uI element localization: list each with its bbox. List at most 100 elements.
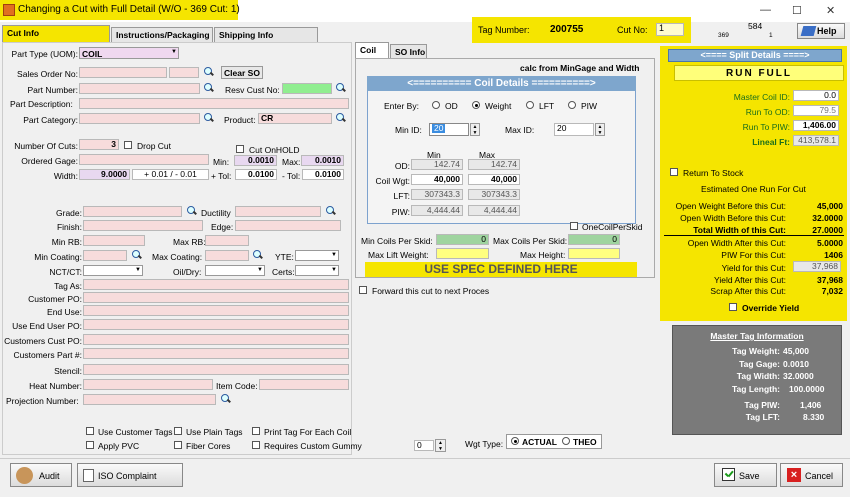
search-icon[interactable]	[202, 66, 215, 78]
search-icon[interactable]	[334, 82, 347, 94]
apply-pvc-checkbox[interactable]	[86, 441, 94, 449]
oil-dry-select[interactable]: ▼	[205, 265, 265, 276]
coil-wgt-min-field[interactable]: 40,000	[411, 174, 463, 185]
search-icon[interactable]	[202, 112, 215, 124]
num-b: 1	[769, 32, 773, 39]
stencil-field[interactable]	[83, 364, 349, 375]
tab-so-info[interactable]: SO Info	[390, 44, 427, 59]
help-button[interactable]: Help	[797, 23, 845, 39]
tab-coil[interactable]: Coil	[355, 42, 389, 59]
drop-cut-checkbox[interactable]	[124, 141, 132, 149]
maximize-button[interactable]: ☐	[792, 4, 802, 17]
search-icon[interactable]	[324, 205, 337, 217]
minimize-button[interactable]: —	[760, 4, 771, 16]
clear-so-button[interactable]: Clear SO	[221, 66, 263, 79]
forward-cut-checkbox[interactable]	[359, 286, 367, 294]
nct-select[interactable]: ▼	[83, 265, 143, 276]
certs-select[interactable]: ▼	[295, 265, 339, 276]
yte-select[interactable]: ▼	[295, 250, 339, 261]
sales-order-line-field[interactable]	[169, 67, 199, 78]
part-desc-field[interactable]	[79, 98, 349, 109]
min-id-spinner[interactable]: ▲ ▼	[470, 123, 480, 136]
min-id-field[interactable]: 20	[429, 123, 469, 136]
part-number-field[interactable]	[79, 83, 200, 94]
min-gage-field[interactable]: 0.0010	[234, 155, 277, 166]
max-coils-field[interactable]: 0	[568, 234, 620, 245]
print-tag-checkbox[interactable]	[252, 427, 260, 435]
end-use-field[interactable]	[83, 305, 349, 316]
master-row-value: 100.0000	[789, 384, 825, 394]
use-plain-tags-checkbox[interactable]	[174, 427, 182, 435]
search-icon[interactable]	[334, 112, 347, 124]
customer-po-field[interactable]	[83, 292, 349, 303]
custom-gummy-checkbox[interactable]	[252, 441, 260, 449]
return-to-stock-checkbox[interactable]	[670, 168, 678, 176]
search-icon[interactable]	[185, 205, 198, 217]
max-id-spinner[interactable]: ▲ ▼	[595, 123, 605, 136]
use-customer-tags-checkbox[interactable]	[86, 427, 94, 435]
edge-field[interactable]	[235, 220, 341, 231]
end-user-po-field[interactable]	[83, 319, 349, 330]
customers-cust-po-field[interactable]	[83, 334, 349, 345]
search-icon[interactable]	[130, 249, 143, 261]
width-field[interactable]: 9.0000	[79, 169, 130, 180]
cancel-button[interactable]: × Cancel	[780, 463, 843, 487]
od-radio[interactable]	[432, 101, 440, 109]
override-yield-checkbox[interactable]	[729, 303, 737, 311]
sales-order-field[interactable]	[79, 67, 167, 78]
max-rb-field[interactable]	[205, 235, 249, 246]
lft-radio[interactable]	[526, 101, 534, 109]
weight-radio[interactable]	[472, 101, 480, 109]
part-category-field[interactable]	[79, 113, 200, 124]
projection-field[interactable]	[83, 394, 216, 405]
coil-wgt-max-field[interactable]: 40,000	[468, 174, 520, 185]
max-coating-field[interactable]	[205, 250, 249, 261]
fiber-cores-checkbox[interactable]	[174, 441, 182, 449]
tab-shipping[interactable]: Shipping Info	[214, 27, 318, 42]
iso-complaint-button[interactable]: ISO Complaint	[77, 463, 183, 487]
plus-tol-field[interactable]: 0.0100	[235, 169, 277, 180]
customer-po-label: Customer PO:	[28, 294, 82, 304]
theo-radio[interactable]	[562, 437, 570, 445]
gummy-value[interactable]: 0	[414, 440, 434, 451]
gummy-spinner[interactable]: ▲ ▼	[435, 439, 446, 452]
max-gage-field[interactable]: 0.0010	[301, 155, 344, 166]
heat-number-field[interactable]	[83, 379, 213, 390]
ordered-gage-field[interactable]	[79, 154, 209, 165]
part-type-select[interactable]: COIL ▼	[79, 47, 179, 59]
max-height-field[interactable]	[568, 248, 620, 259]
customers-part-field[interactable]	[83, 348, 349, 359]
search-icon[interactable]	[202, 82, 215, 94]
cut-onhold-checkbox[interactable]	[236, 145, 244, 153]
save-button[interactable]: Save	[714, 463, 777, 487]
item-code-field[interactable]	[259, 379, 349, 390]
run-to-od-field[interactable]: 79.5	[793, 105, 839, 116]
tab-instructions[interactable]: Instructions/Packaging	[111, 27, 213, 42]
max-lift-field[interactable]	[436, 248, 489, 259]
run-to-piw-field[interactable]: 1,406.00	[793, 120, 839, 131]
finish-field[interactable]	[83, 220, 203, 231]
one-coil-per-skid-checkbox[interactable]	[570, 222, 578, 230]
num-cuts-field[interactable]: 3	[79, 139, 119, 150]
tag-as-field[interactable]	[83, 279, 349, 290]
minus-tol-field[interactable]: 0.0100	[302, 169, 344, 180]
min-coils-field[interactable]: 0	[436, 234, 489, 245]
product-field[interactable]: CR	[258, 113, 332, 124]
close-window-button[interactable]: ✕	[826, 4, 835, 17]
resv-cust-field[interactable]	[282, 83, 332, 94]
use-spec-banner[interactable]: USE SPEC DEFINED HERE	[365, 262, 637, 277]
cut-no-field[interactable]: 1	[656, 23, 684, 36]
max-id-field[interactable]: 20	[554, 123, 594, 136]
grade-field[interactable]	[83, 206, 182, 217]
min-rb-field[interactable]	[83, 235, 145, 246]
tab-cut-info[interactable]: Cut Info	[2, 25, 110, 42]
master-coil-field[interactable]: 0.0	[793, 90, 839, 101]
search-icon[interactable]	[219, 393, 232, 405]
yield-cut-field[interactable]: 37,968	[793, 261, 841, 272]
search-icon[interactable]	[251, 249, 264, 261]
ductility-field[interactable]	[235, 206, 321, 217]
min-coating-field[interactable]	[83, 250, 127, 261]
piw-radio[interactable]	[568, 101, 576, 109]
actual-radio[interactable]	[511, 437, 519, 445]
audit-button[interactable]: Audit	[10, 463, 72, 487]
